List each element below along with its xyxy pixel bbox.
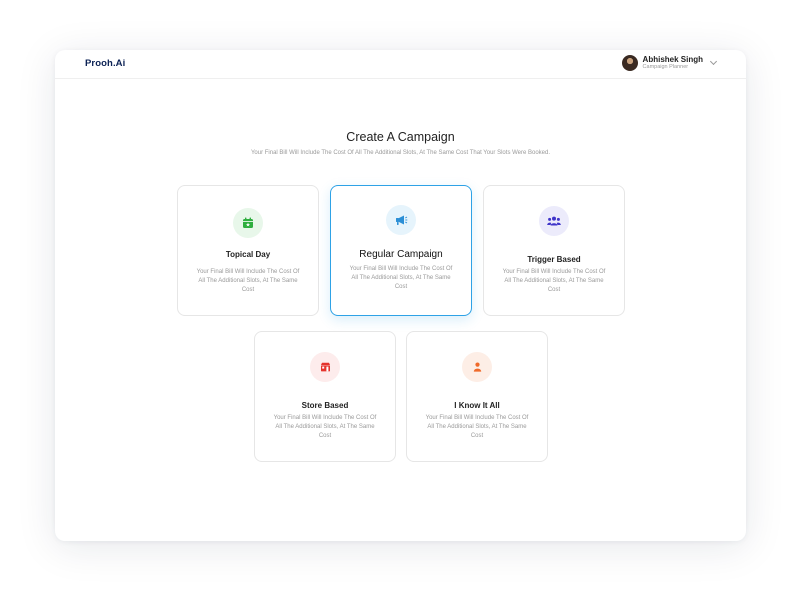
card-description: Your Final Bill Will Include The Cost Of…	[425, 415, 529, 439]
campaign-card-store-based[interactable]: Store Based Your Final Bill Will Include…	[254, 331, 396, 462]
logo[interactable]: Prooh.Ai	[85, 58, 125, 69]
card-title: Trigger Based	[527, 255, 581, 264]
campaign-card-regular-campaign[interactable]: Regular Campaign Your Final Bill Will In…	[330, 185, 472, 316]
card-title: Regular Campaign	[359, 249, 443, 260]
calendar-icon	[233, 208, 263, 238]
megaphone-icon	[386, 205, 416, 235]
avatar	[621, 55, 638, 71]
campaign-card-trigger-based[interactable]: Trigger Based Your Final Bill Will Inclu…	[483, 185, 625, 316]
card-description: Your Final Bill Will Include The Cost Of…	[502, 269, 606, 293]
page-subtitle: Your Final Bill Will Include The Cost Of…	[250, 150, 551, 156]
users-icon	[539, 206, 569, 236]
user-role: Campaign Planner	[642, 64, 689, 70]
user-name: Abhishek Singh	[642, 54, 703, 64]
card-title: Store Based	[301, 401, 349, 410]
chevron-down-icon[interactable]	[709, 57, 718, 66]
store-icon	[310, 352, 340, 382]
card-description: Your Final Bill Will Include The Cost Of…	[273, 415, 377, 439]
page-title: Create A Campaign	[346, 130, 455, 144]
campaign-card-topical-day[interactable]: Topical Day Your Final Bill Will Include…	[177, 185, 319, 316]
card-description: Your Final Bill Will Include The Cost Of…	[349, 266, 453, 290]
app-window: Prooh.Ai Abhishek Singh Campaign Planner…	[55, 50, 746, 541]
top-bar: Prooh.Ai Abhishek Singh Campaign Planner	[55, 50, 746, 79]
person-icon	[462, 352, 492, 382]
card-title: Topical Day	[225, 250, 271, 259]
campaign-card-i-know-it-all[interactable]: I Know It All Your Final Bill Will Inclu…	[406, 331, 548, 462]
user-menu[interactable]: Abhishek Singh Campaign Planner	[621, 54, 718, 71]
card-title: I Know It All	[454, 401, 500, 410]
card-description: Your Final Bill Will Include The Cost Of…	[196, 269, 300, 293]
